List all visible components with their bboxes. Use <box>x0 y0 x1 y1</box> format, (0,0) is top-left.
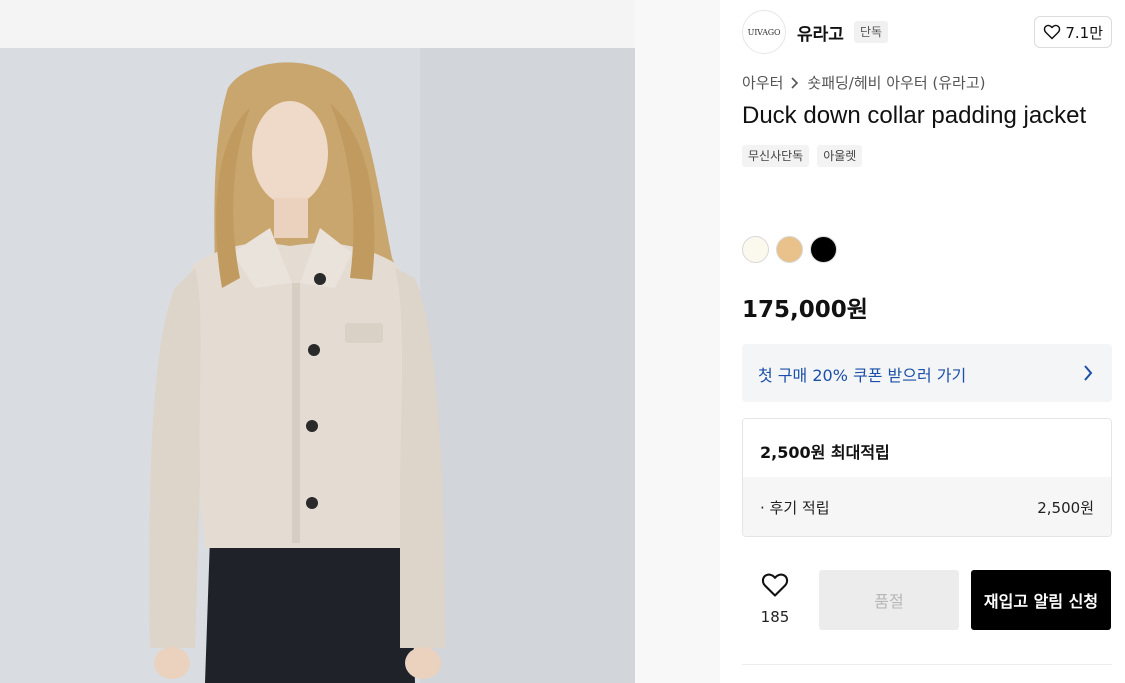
breadcrumb: 아우터 숏패딩/헤비 아우터 (유라고) <box>742 72 986 93</box>
points-detail: · 후기 적립 2,500원 <box>743 477 1111 536</box>
tag-outlet: 아울렛 <box>817 145 863 167</box>
color-swatches <box>742 236 837 263</box>
chevron-right-icon <box>791 76 799 89</box>
breadcrumb-subcategory[interactable]: 숏패딩/헤비 아우터 (유라고) <box>807 72 985 93</box>
media-side-gutter <box>635 0 720 683</box>
coupon-label: 첫 구매 20% 쿠폰 받으러 가기 <box>758 366 967 385</box>
brand-name[interactable]: 유라고 <box>797 20 844 45</box>
soldout-button[interactable]: 품절 <box>819 570 959 630</box>
product-price: 175,000원 <box>742 297 868 323</box>
purchase-actions: 185 품절 재입고 알림 신청 <box>742 570 1112 632</box>
product-tags: 무신사단독 아울렛 <box>742 145 863 167</box>
heart-outline-icon <box>761 573 789 597</box>
heart-outline-icon <box>1044 24 1061 40</box>
brand-logo[interactable]: UIVAGO <box>742 10 786 54</box>
tag-musinsa-exclusive: 무신사단독 <box>742 145 810 167</box>
points-box: 2,500원 최대적립 · 후기 적립 2,500원 <box>742 418 1112 537</box>
swatch-ivory[interactable] <box>742 236 769 263</box>
brand-like-button[interactable]: 7.1만 <box>1034 16 1112 48</box>
product-media <box>0 0 720 683</box>
points-header: 2,500원 최대적립 <box>743 419 1111 477</box>
product-photo[interactable] <box>0 48 635 683</box>
swatch-beige[interactable] <box>776 236 803 263</box>
product-info-panel: UIVAGO 유라고 단독 7.1만 아우터 숏패딩/헤비 아우터 (유라고) … <box>742 0 1112 683</box>
model-illustration <box>0 48 635 683</box>
product-title: Duck down collar padding jacket <box>742 102 1087 129</box>
first-purchase-coupon-banner[interactable]: 첫 구매 20% 쿠폰 받으러 가기 <box>742 344 1112 402</box>
wishlist-button[interactable]: 185 <box>752 572 798 630</box>
points-max-title: 2,500원 최대적립 <box>760 443 890 462</box>
divider <box>742 664 1112 665</box>
breadcrumb-category[interactable]: 아우터 <box>742 72 783 93</box>
wishlist-count: 185 <box>760 608 790 626</box>
chevron-right-icon <box>1084 365 1093 381</box>
review-points-label: · 후기 적립 <box>760 499 830 517</box>
review-points-value: 2,500원 <box>1037 499 1094 517</box>
media-top-strip <box>0 0 635 48</box>
restock-alert-button[interactable]: 재입고 알림 신청 <box>971 570 1111 630</box>
brand-row: UIVAGO 유라고 단독 7.1만 <box>742 10 1112 54</box>
swatch-black[interactable] <box>810 236 837 263</box>
brand-like-count: 7.1만 <box>1065 23 1103 42</box>
brand-exclusive-badge: 단독 <box>854 21 889 43</box>
